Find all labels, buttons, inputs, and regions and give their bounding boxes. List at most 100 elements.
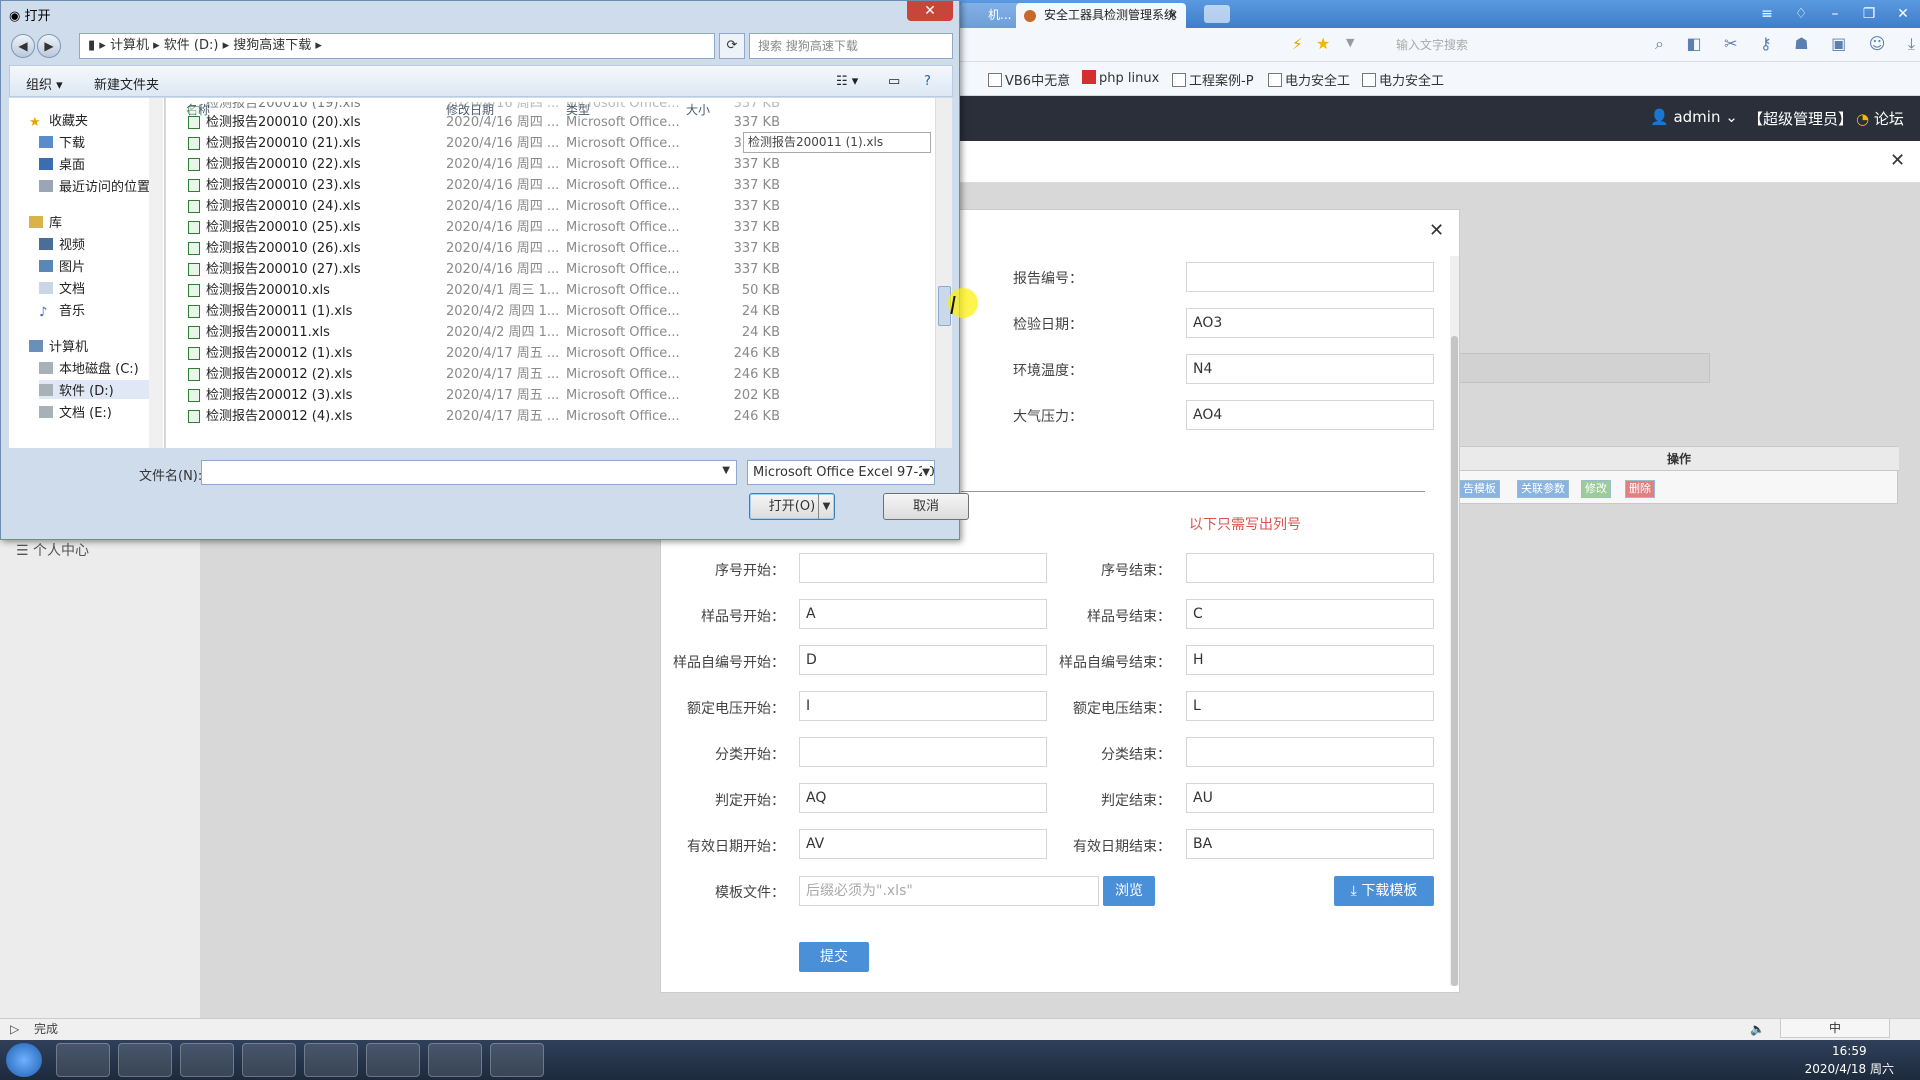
file-row[interactable]: 检测报告200012 (3).xls 2020/4/17 周五 ... Micros…	[166, 385, 936, 406]
dialog-search-input[interactable]: 搜索 搜狗高速下载	[749, 33, 953, 59]
download-template-button[interactable]: ⤓ 下载模板	[1334, 876, 1434, 906]
close-window-button[interactable]: ✕	[1886, 0, 1920, 28]
key-icon[interactable]: ⚷	[1760, 34, 1772, 56]
related-params-button[interactable]: 关联参数	[1517, 480, 1569, 498]
chevron-down-icon[interactable]: ▼	[818, 494, 834, 519]
nav-documents[interactable]: 文档	[39, 278, 85, 297]
test-date-input[interactable]: AO3	[1186, 308, 1434, 338]
view-icon[interactable]: ☷ ▾	[836, 74, 858, 89]
minimize-button[interactable]: –	[1818, 0, 1852, 28]
nav-computer[interactable]: 计算机	[29, 336, 88, 355]
judgement-end-input[interactable]: AU	[1186, 783, 1434, 813]
restore-button[interactable]: ❐	[1852, 0, 1886, 28]
voltage-start-input[interactable]: I	[799, 691, 1047, 721]
volume-icon[interactable]: 🔈	[1750, 1019, 1765, 1039]
bookmark-item[interactable]: php linux	[1082, 70, 1159, 86]
taskbar-app[interactable]	[490, 1043, 544, 1077]
chevron-down-icon[interactable]: ▼	[722, 465, 730, 476]
new-tab-button[interactable]	[1204, 5, 1230, 23]
start-button[interactable]	[6, 1043, 42, 1077]
sample-self-start-input[interactable]: D	[799, 645, 1047, 675]
nav-pictures[interactable]: 图片	[39, 256, 85, 275]
template-file-input[interactable]: 后缀必须为".xls"	[799, 876, 1099, 906]
submit-button[interactable]: 提交	[799, 942, 869, 972]
nav-music[interactable]: ♪ 音乐	[39, 300, 85, 320]
valid-date-end-input[interactable]: BA	[1186, 829, 1434, 859]
file-row[interactable]: 检测报告200010 (26).xls 2020/4/16 周四 ... Micro…	[166, 238, 936, 259]
breadcrumb-item[interactable]: 软件 (D:)	[164, 38, 219, 53]
file-row[interactable]: 检测报告200010.xls 2020/4/1 周三 1... Microsoft …	[166, 280, 936, 301]
refresh-icon[interactable]: ⟳	[719, 33, 745, 59]
skin-icon[interactable]: ♢	[1784, 0, 1818, 28]
file-row[interactable]: 检测报告200011.xls 2020/4/2 周四 1... Microsoft …	[166, 322, 936, 343]
taskbar-app[interactable]	[118, 1043, 172, 1077]
user-menu[interactable]: 👤 admin ⌄	[1650, 108, 1738, 126]
bookmark-item[interactable]: VB6中无意	[988, 70, 1070, 89]
dialog-close-button[interactable]: ✕	[907, 1, 953, 21]
path-breadcrumb[interactable]: ▮ ▸ 计算机 ▸ 软件 (D:) ▸ 搜狗高速下载 ▸	[79, 33, 715, 59]
nav-scrollbar[interactable]	[149, 98, 163, 448]
file-row[interactable]: 检测报告200011 (1).xls 2020/4/2 周四 1... Micros…	[166, 301, 936, 322]
scissors-icon[interactable]: ✂	[1724, 34, 1737, 56]
category-start-input[interactable]	[799, 737, 1047, 767]
extension-icon[interactable]: ◧	[1686, 34, 1701, 56]
menu-icon[interactable]: ≡	[1750, 0, 1784, 28]
bookmark-item[interactable]: 电力安全工	[1362, 70, 1444, 89]
filetype-select[interactable]: Microsoft Office Excel 97-20 ▼	[747, 460, 935, 485]
close-icon[interactable]: ✕	[1429, 220, 1444, 241]
pressure-input[interactable]: AO4	[1186, 400, 1434, 430]
nav-downloads[interactable]: 下载	[39, 132, 85, 151]
nav-drive-d[interactable]: 软件 (D:)	[39, 380, 159, 399]
modal-scrollbar[interactable]	[1450, 256, 1459, 986]
preview-pane-icon[interactable]: ▭	[888, 74, 900, 89]
taskbar-excel[interactable]	[428, 1043, 482, 1077]
report-no-input[interactable]	[1186, 262, 1434, 292]
breadcrumb-item[interactable]: 计算机	[110, 38, 149, 53]
category-end-input[interactable]	[1186, 737, 1434, 767]
file-row[interactable]: 检测报告200010 (27).xls 2020/4/16 周四 ... Micro…	[166, 259, 936, 280]
taskbar-chrome[interactable]	[366, 1043, 420, 1077]
file-row[interactable]: 检测报告200012 (4).xls 2020/4/17 周五 ... Micros…	[166, 406, 936, 427]
filename-input[interactable]: ▼	[201, 460, 737, 485]
new-folder-button[interactable]: 新建文件夹	[94, 74, 159, 93]
delete-button[interactable]: 删除	[1625, 480, 1655, 498]
env-temp-input[interactable]: N4	[1186, 354, 1434, 384]
nav-videos[interactable]: 视频	[39, 234, 85, 253]
nav-drive-c[interactable]: 本地磁盘 (C:)	[39, 358, 139, 377]
judgement-start-input[interactable]: AQ	[799, 783, 1047, 813]
forward-icon[interactable]: ▶	[37, 34, 61, 58]
breadcrumb-item[interactable]: 搜狗高速下载	[233, 38, 311, 53]
file-row[interactable]: 检测报告200010 (22).xls 2020/4/16 周四 ... Micro…	[166, 154, 936, 175]
taskbar-app[interactable]	[304, 1043, 358, 1077]
nav-recent[interactable]: 最近访问的位置	[39, 176, 150, 195]
organize-button[interactable]: 组织 ▾	[26, 74, 63, 93]
voltage-end-input[interactable]: L	[1186, 691, 1434, 721]
download-icon[interactable]: ⤓	[1908, 34, 1915, 56]
emoji-icon[interactable]: ☺	[1869, 34, 1886, 56]
browser-search-input[interactable]: 输入文字搜索	[1370, 33, 1650, 57]
chevron-down-icon[interactable]: ▼	[1346, 36, 1354, 49]
serial-start-input[interactable]	[799, 553, 1047, 583]
lightning-icon[interactable]: ⚡	[1292, 35, 1303, 53]
close-icon[interactable]: ✕	[1890, 150, 1905, 171]
file-list-scrollbar[interactable]	[935, 98, 952, 448]
bookmark-item[interactable]: 电力安全工	[1268, 70, 1350, 89]
browser-tab-active[interactable]: 安全工器具检测管理系统 ✕	[1016, 3, 1186, 28]
system-clock[interactable]: 16:59 2020/4/18 周六	[1805, 1042, 1894, 1078]
game-icon[interactable]: ☗	[1794, 34, 1808, 56]
taskbar-app[interactable]	[56, 1043, 110, 1077]
translate-icon[interactable]: ▣	[1831, 34, 1846, 56]
sample-start-input[interactable]: A	[799, 599, 1047, 629]
back-icon[interactable]: ◀	[11, 34, 35, 58]
nav-libraries[interactable]: 库	[29, 212, 62, 231]
forum-link[interactable]: ◔ 论坛	[1856, 108, 1904, 129]
file-row[interactable]: 检测报告200010 (23).xls 2020/4/16 周四 ... Micro…	[166, 175, 936, 196]
bookmark-item[interactable]: 工程案例-P	[1172, 70, 1254, 89]
nav-drive-e[interactable]: 文档 (E:)	[39, 402, 112, 421]
open-button[interactable]: 打开(O) ▼	[749, 493, 835, 520]
file-row[interactable]: 检测报告200012 (1).xls 2020/4/17 周五 ... Micros…	[166, 343, 936, 364]
sample-self-end-input[interactable]: H	[1186, 645, 1434, 675]
file-row[interactable]: 检测报告200012 (2).xls 2020/4/17 周五 ... Micros…	[166, 364, 936, 385]
taskbar-app[interactable]	[180, 1043, 234, 1077]
sidebar-item-personal-center[interactable]: ☰ 个人中心	[16, 540, 89, 560]
